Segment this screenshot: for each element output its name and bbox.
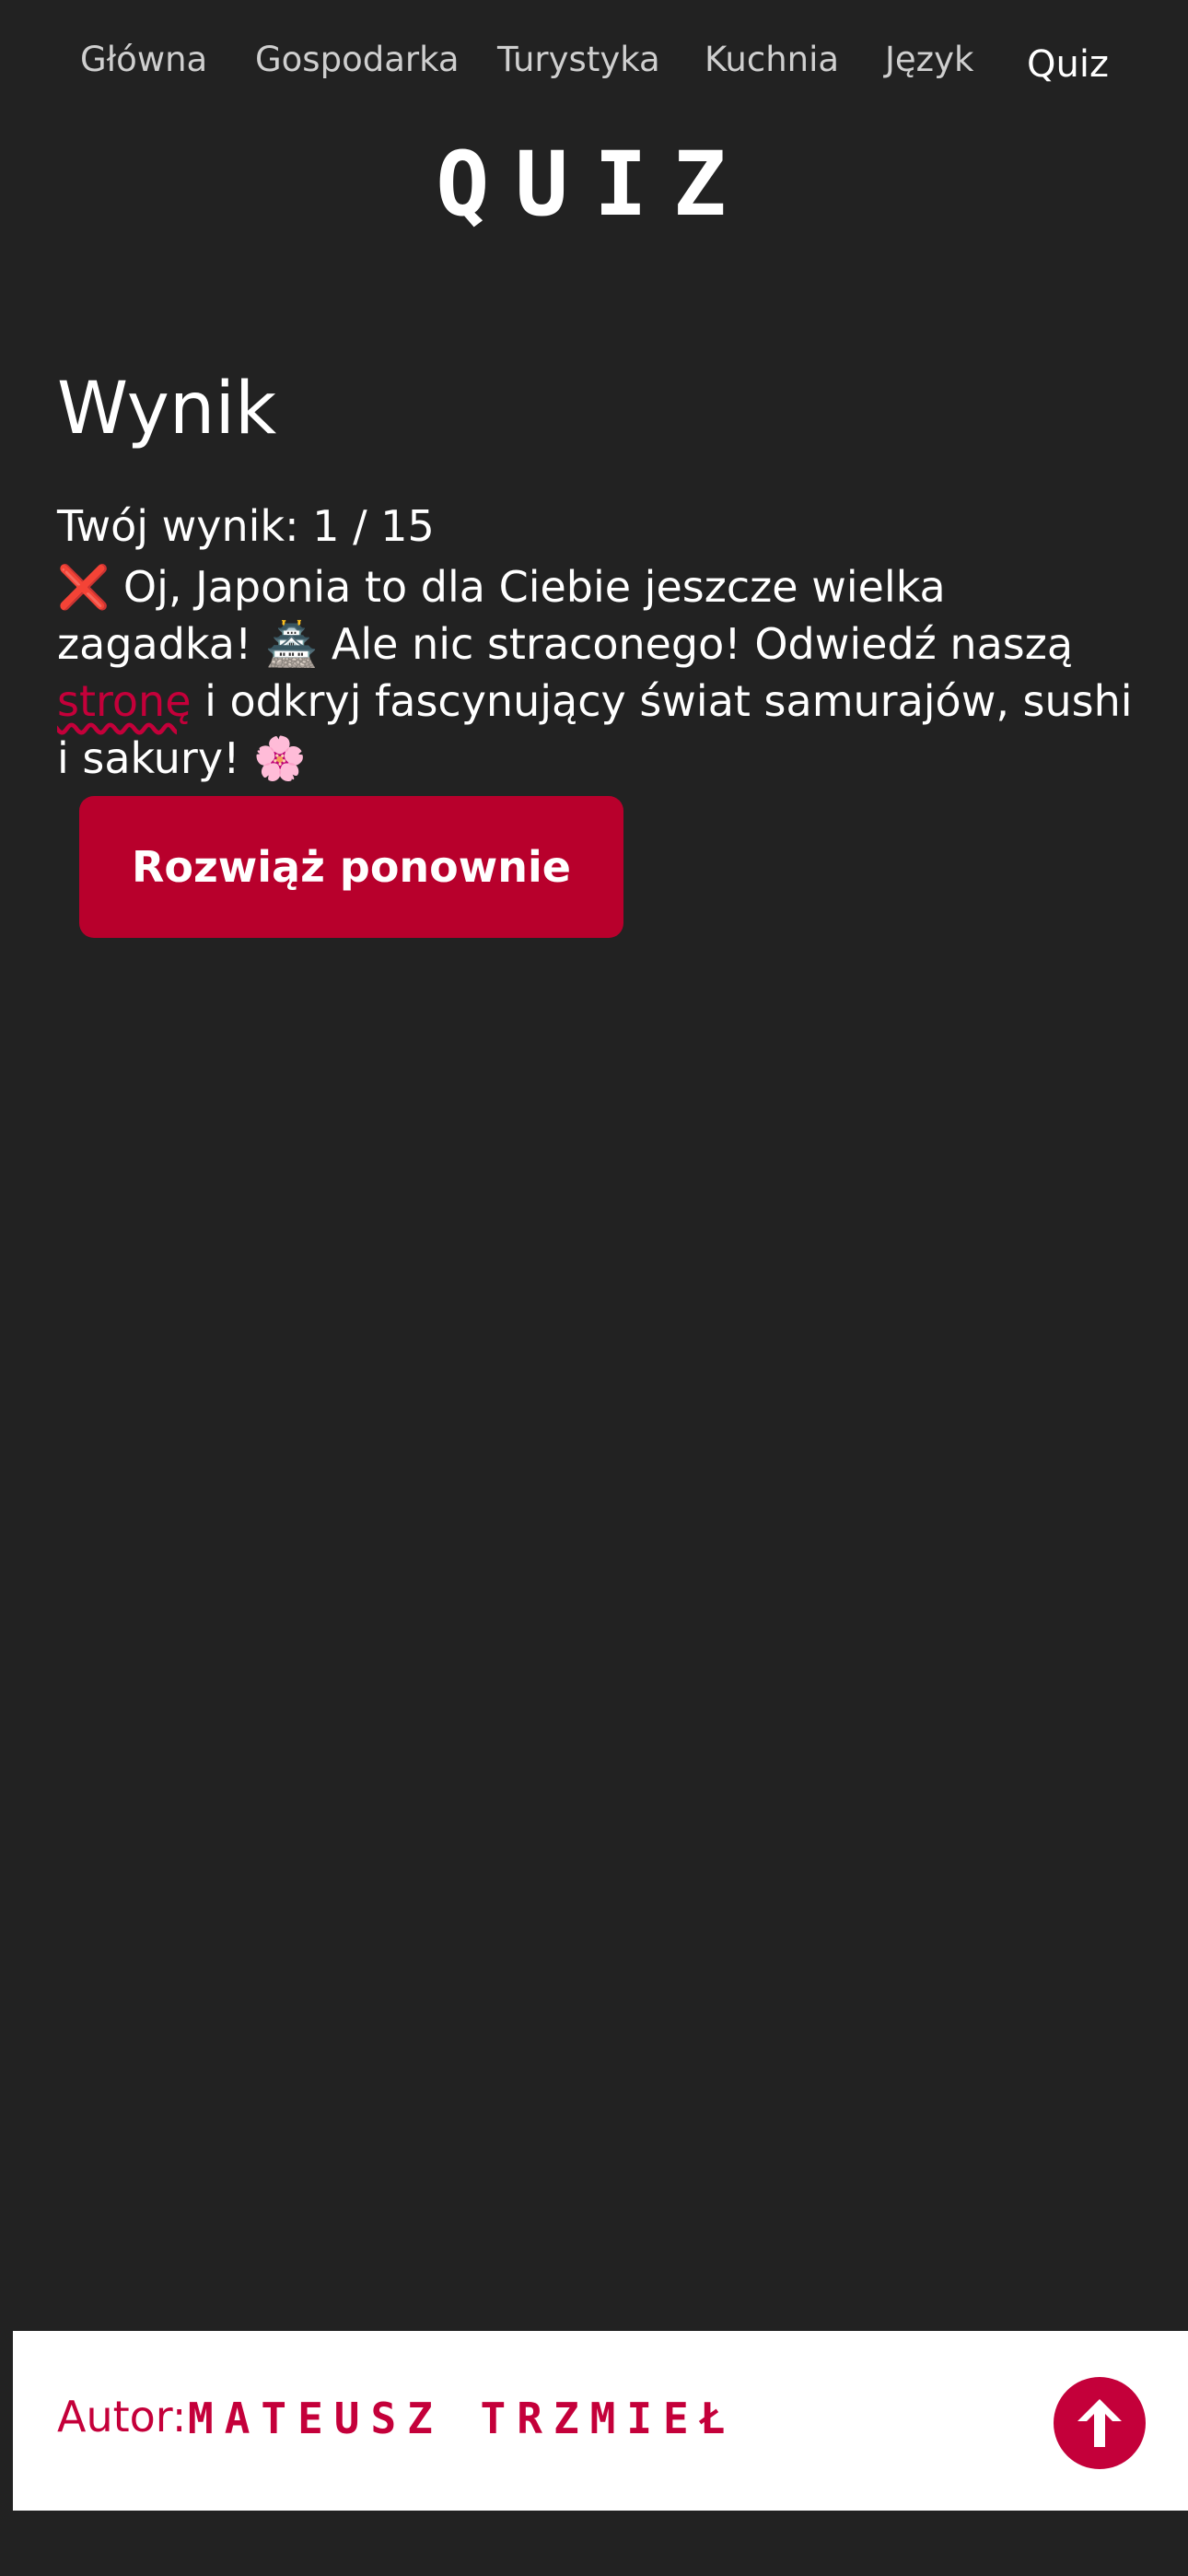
result-message: ❌ Oj, Japonia to dla Ciebie jeszcze wiel…	[57, 558, 1135, 787]
arrow-up-icon	[1077, 2399, 1122, 2447]
author-label: Autor:	[57, 2392, 187, 2441]
sakura-icon: 🌸	[253, 733, 307, 783]
score-text: Twój wynik: 1 / 15	[57, 501, 435, 551]
site-link[interactable]: stronę	[57, 676, 192, 726]
nav-link-glowna[interactable]: Główna	[80, 42, 207, 76]
page-logo: QUIZ	[436, 133, 752, 236]
nav-link-kuchnia[interactable]: Kuchnia	[705, 42, 839, 76]
nav-link-quiz[interactable]: Quiz	[1027, 46, 1109, 83]
footer: Autor: MATEUSZ TRZMIEŁ	[13, 2331, 1188, 2511]
scroll-to-top-button[interactable]	[1054, 2377, 1146, 2469]
cross-icon: ❌	[57, 562, 111, 612]
nav-link-gospodarka[interactable]: Gospodarka	[255, 42, 460, 76]
retry-quiz-button[interactable]: Rozwiąż ponownie	[79, 796, 623, 938]
nav-link-turystyka[interactable]: Turystyka	[497, 42, 660, 76]
nav-link-jezyk[interactable]: Język	[885, 42, 973, 76]
author-name: MATEUSZ TRZMIEŁ	[188, 2394, 737, 2443]
message-line-2-end: i odkryj fascynujący świat samurajów, su…	[57, 676, 1133, 783]
result-heading: Wynik	[57, 368, 277, 451]
message-line-2-start: Ale nic straconego! Odwiedź naszą	[331, 619, 1074, 669]
main-navigation: Główna Gospodarka Turystyka Kuchnia Języ…	[0, 0, 1188, 129]
pagoda-icon: 🏯	[265, 619, 319, 669]
